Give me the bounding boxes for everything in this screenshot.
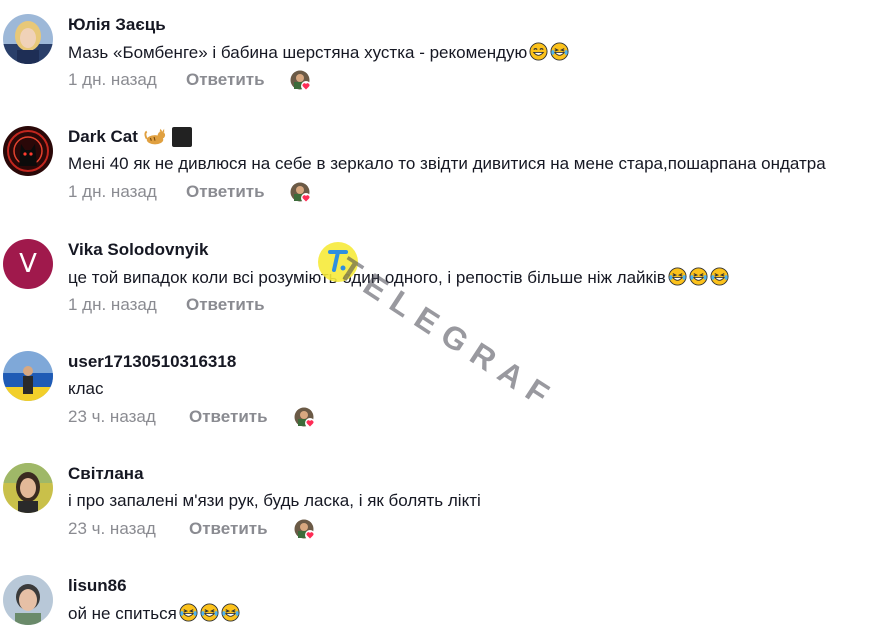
comment-username[interactable]: Vika Solodovnyik (68, 240, 208, 260)
username-text[interactable]: Dark Cat (68, 127, 138, 147)
comment-time: 1 дн. назад (68, 70, 157, 89)
comment-body: ой не спиться (68, 604, 177, 623)
laughing-tears-emoji-icon (550, 42, 569, 61)
cat-emoji-icon (144, 128, 166, 145)
avatar[interactable] (3, 575, 53, 625)
avatar[interactable] (3, 351, 53, 401)
username-text[interactable]: Vika Solodovnyik (68, 240, 208, 260)
reply-button[interactable]: Ответить (186, 70, 265, 90)
comment-body: і про запалені м'язи рук, будь ласка, і … (68, 491, 481, 510)
comment-item: Юлія Заєць Мазь «Бомбенге» і бабина шерс… (0, 0, 888, 112)
comment-text: і про запалені м'язи рук, будь ласка, і … (68, 491, 481, 511)
comment-text: клас (68, 379, 104, 399)
comment-item: Світлана і про запалені м'язи рук, будь … (0, 449, 888, 561)
grin-emoji-icon (529, 42, 548, 61)
comment-time: 1 дн. назад (68, 182, 157, 201)
comment-time: 1 дн. назад (68, 295, 157, 314)
comment-username[interactable]: Світлана (68, 464, 144, 484)
comment-meta: 1 дн. назад Ответить (68, 70, 265, 90)
comment-item: lisun86 ой не спиться (0, 561, 888, 638)
username-text[interactable]: user17130510316318 (68, 352, 236, 372)
laughing-tears-emoji-icon (668, 267, 687, 286)
creator-liked-icon (294, 519, 315, 540)
reply-button[interactable]: Ответить (189, 519, 268, 539)
comment-body: Мазь «Бомбенге» і бабина шерстяна хустка… (68, 43, 528, 62)
reply-button[interactable]: Ответить (189, 407, 268, 427)
comment-username[interactable]: lisun86 (68, 576, 127, 596)
comment-item: Dark Cat Мені 40 як не дивлюся на себе в… (0, 112, 888, 224)
username-text[interactable]: Юлія Заєць (68, 15, 166, 35)
comment-body: Мені 40 як не дивлюся на себе в зеркало … (68, 154, 826, 173)
laughing-tears-emoji-icon (689, 267, 708, 286)
username-text[interactable]: lisun86 (68, 576, 127, 596)
comment-text: Мені 40 як не дивлюся на себе в зеркало … (68, 154, 826, 174)
comment-username[interactable]: Dark Cat (68, 127, 192, 147)
comment-time: 23 ч. назад (68, 407, 156, 426)
avatar[interactable] (3, 126, 53, 176)
avatar[interactable] (3, 463, 53, 513)
creator-liked-icon (290, 70, 311, 91)
comment-text: ой не спиться (68, 603, 240, 624)
avatar[interactable] (3, 14, 53, 64)
avatar[interactable]: V (3, 239, 53, 289)
comment-meta: 1 дн. назад Ответить (68, 182, 265, 202)
reply-button[interactable]: Ответить (186, 295, 265, 315)
comment-meta: 23 ч. назад Ответить (68, 519, 268, 539)
black-square-icon (171, 127, 192, 147)
creator-liked-icon (290, 182, 311, 203)
laughing-tears-emoji-icon (200, 603, 219, 622)
comment-username[interactable]: Юлія Заєць (68, 15, 166, 35)
comment-text: Мазь «Бомбенге» і бабина шерстяна хустка… (68, 42, 569, 63)
comment-meta: 1 дн. назад Ответить (68, 295, 265, 315)
comment-time: 23 ч. назад (68, 519, 156, 538)
reply-button[interactable]: Ответить (186, 182, 265, 202)
laughing-tears-emoji-icon (710, 267, 729, 286)
laughing-tears-emoji-icon (179, 603, 198, 622)
comment-body: клас (68, 379, 104, 398)
laughing-tears-emoji-icon (221, 603, 240, 622)
avatar-letter: V (19, 249, 37, 279)
comment-meta: 23 ч. назад Ответить (68, 407, 268, 427)
username-text[interactable]: Світлана (68, 464, 144, 484)
creator-liked-icon (294, 407, 315, 428)
comment-username[interactable]: user17130510316318 (68, 352, 236, 372)
